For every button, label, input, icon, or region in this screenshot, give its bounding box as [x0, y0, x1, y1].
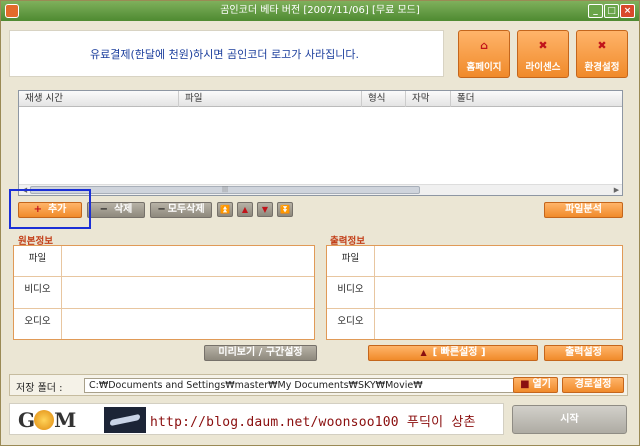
save-folder-label: 저장 폴더 : [16, 383, 63, 394]
output-row-label: 비디오 [327, 277, 375, 308]
notice-text: 유료결제(한달에 천원)하시면 곰인코더 로고가 사라집니다. [90, 48, 359, 61]
horizontal-scrollbar[interactable]: ◀ ||| ▶ [19, 184, 622, 195]
notice-banner: 유료결제(한달에 천원)하시면 곰인코더 로고가 사라집니다. [9, 30, 444, 77]
analyze-file-button[interactable]: 파일분석 [544, 202, 623, 218]
output-row-video: 비디오 [327, 277, 622, 309]
quick-settings-label: [ 빠른설정 ] [432, 347, 486, 358]
analyze-label: 파일분석 [565, 204, 602, 215]
path-settings-label: 경로설정 [574, 379, 612, 390]
path-settings-button[interactable]: 경로설정 [562, 377, 624, 393]
preview-range-button[interactable]: 미리보기 / 구간설정 [204, 345, 317, 361]
delete-all-button[interactable]: − 모두삭제 [150, 202, 212, 218]
move-top-icon[interactable]: ⏫ [217, 202, 233, 217]
app-window: 곰인코더 베타 버전 [2007/11/06] [무료 모드] _ □ × 유료… [0, 0, 640, 446]
delete-button[interactable]: − 삭제 [87, 202, 145, 218]
column-header-subtitle[interactable]: 자막 [406, 91, 451, 107]
settings-label: 환경설정 [584, 62, 620, 73]
selection-highlight [9, 189, 91, 229]
folder-icon: ■ [520, 379, 530, 390]
logo-letter: M [54, 408, 76, 432]
output-row-audio: 오디오 [327, 309, 622, 339]
output-settings-button[interactable]: 출력설정 [544, 345, 623, 361]
scroll-right-icon[interactable]: ▶ [611, 185, 622, 195]
start-label: 시작 [560, 414, 579, 425]
settings-icon: ✖ [597, 39, 607, 52]
license-icon: ✖ [538, 39, 548, 52]
source-row-audio: 오디오 [14, 309, 314, 339]
column-header-duration[interactable]: 재생 시간 [19, 91, 179, 107]
column-header-format[interactable]: 형식 [362, 91, 406, 107]
move-bottom-icon[interactable]: ⏬ [277, 202, 293, 217]
license-label: 라이센스 [525, 62, 561, 73]
title-bar[interactable]: 곰인코더 베타 버전 [2007/11/06] [무료 모드] _ □ × [1, 1, 639, 21]
footer-banner[interactable]: GM http://blog.daum.net/woonsoo100 푸딕이 상… [9, 403, 504, 435]
quick-settings-button[interactable]: ▲ [ 빠른설정 ] [368, 345, 538, 361]
preview-label: 미리보기 / 구간설정 [218, 347, 303, 358]
source-row-file: 파일 [14, 246, 314, 277]
start-button[interactable]: 시작 [512, 405, 627, 434]
open-folder-button[interactable]: ■ 열기 [513, 377, 558, 393]
eagle-logo-icon [104, 407, 146, 433]
column-header-file[interactable]: 파일 [179, 91, 362, 107]
delete-all-label: 모두삭제 [167, 204, 205, 215]
license-button[interactable]: ✖ 라이센스 [517, 30, 569, 78]
output-info-panel: 파일 비디오 오디오 [326, 245, 623, 340]
column-header-folder[interactable]: 폴더 [451, 91, 622, 107]
file-list[interactable]: 재생 시간 파일 형식 자막 폴더 ◀ ||| ▶ [18, 90, 623, 196]
logo-o-icon [34, 410, 55, 430]
save-folder-path[interactable]: C:₩Documents and Settings₩master₩My Docu… [84, 378, 514, 393]
source-info-panel: 파일 비디오 오디오 [13, 245, 315, 340]
open-folder-label: 열기 [532, 379, 551, 390]
logo-letter: G [18, 408, 35, 432]
output-row-label: 오디오 [327, 309, 375, 339]
minus-icon: − [99, 204, 108, 215]
source-row-label: 비디오 [14, 277, 62, 308]
move-up-icon[interactable]: ▲ [237, 202, 253, 217]
caret-up-icon: ▲ [420, 348, 427, 357]
app-icon[interactable] [5, 4, 19, 18]
output-row-file: 파일 [327, 246, 622, 277]
source-row-video: 비디오 [14, 277, 314, 309]
window-title: 곰인코더 베타 버전 [2007/11/06] [무료 모드] [220, 5, 420, 16]
output-row-label: 파일 [327, 246, 375, 276]
output-settings-label: 출력설정 [565, 347, 602, 358]
delete-label: 삭제 [113, 204, 133, 215]
move-down-icon[interactable]: ▼ [257, 202, 273, 217]
file-list-header: 재생 시간 파일 형식 자막 폴더 [19, 91, 622, 107]
minus-icon: − [157, 204, 166, 215]
source-row-label: 파일 [14, 246, 62, 276]
settings-button[interactable]: ✖ 환경설정 [576, 30, 628, 78]
blog-link-text[interactable]: http://blog.daum.net/woonsoo100 푸딕이 상촌 [150, 411, 476, 430]
gom-logo: GM [18, 408, 76, 432]
homepage-button[interactable]: ⌂ 홈페이지 [458, 30, 510, 78]
homepage-label: 홈페이지 [466, 62, 502, 73]
minimize-button[interactable]: _ [588, 4, 603, 18]
maximize-button[interactable]: □ [604, 4, 619, 18]
home-icon: ⌂ [480, 39, 488, 52]
source-row-label: 오디오 [14, 309, 62, 339]
close-button[interactable]: × [620, 4, 635, 18]
